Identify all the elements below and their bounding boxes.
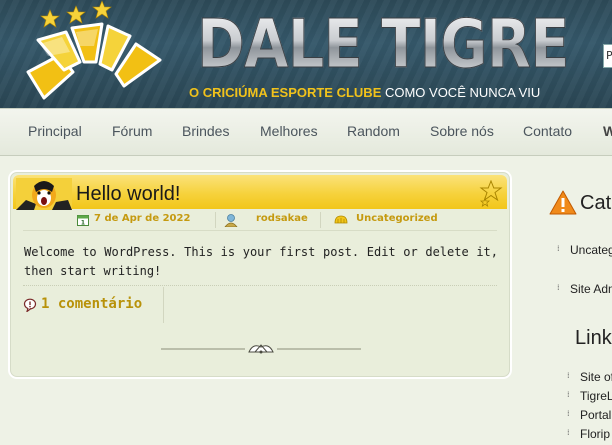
site-title[interactable]: DALE TIGRE	[197, 8, 570, 81]
post-header: Hello world!	[13, 175, 507, 210]
body-rule	[23, 285, 497, 286]
nav-item-random[interactable]: Random	[347, 123, 400, 139]
sidebar-link[interactable]: Portal	[580, 408, 611, 422]
bullet-icon: ⁞	[567, 371, 570, 380]
sidebar-link[interactable]: Florip	[580, 427, 610, 441]
post-card: Hello world! 1 7 de Apr de 2022 rodsakae…	[10, 172, 510, 377]
tagline-rest: COMO VOCÊ NUNCA VIU	[381, 85, 541, 100]
post-body: Welcome to WordPress. This is your first…	[24, 245, 498, 278]
nav-item-contato[interactable]: Contato	[523, 123, 572, 139]
post-title-link[interactable]: Hello world!	[76, 183, 180, 206]
author-icon	[224, 214, 238, 227]
nav-item-principal[interactable]: Principal	[28, 123, 82, 139]
sidebar-link[interactable]: TigreL	[580, 389, 612, 403]
site-header: DALE TIGRE O CRICIÚMA ESPORTE CLUBE COMO…	[0, 0, 612, 108]
search-input[interactable]: P	[603, 44, 612, 68]
nav-item-brindes[interactable]: Brindes	[182, 123, 229, 139]
sidebar-category-link[interactable]: Site Adm	[570, 282, 612, 296]
calendar-icon: 1	[77, 215, 89, 227]
comment-bubble-icon	[23, 298, 37, 312]
ornament-divider-icon	[161, 344, 361, 354]
warning-icon	[549, 190, 577, 215]
tagline-bold: O CRICIÚMA ESPORTE CLUBE	[189, 85, 382, 100]
meta-separator	[215, 212, 216, 228]
comments-label[interactable]: 1 comentário	[41, 296, 142, 312]
bullet-icon: ⁞	[557, 283, 560, 292]
star-decoration-icon	[479, 180, 503, 207]
post-author[interactable]: rodsakae	[256, 213, 308, 224]
post-date: 7 de Apr de 2022	[94, 213, 191, 224]
nav-item-forum[interactable]: Fórum	[112, 123, 152, 139]
meta-separator	[320, 212, 321, 228]
tiger-avatar-icon	[16, 178, 72, 210]
sidebar-links-title: Link	[575, 327, 612, 349]
nav-item-sobre-nos[interactable]: Sobre nós	[430, 123, 494, 139]
header-rule	[23, 230, 497, 231]
comments-separator	[163, 287, 164, 323]
bullet-icon: ⁞	[567, 428, 570, 437]
post-category[interactable]: Uncategorized	[356, 213, 438, 224]
nav-item-truncated[interactable]: W	[603, 123, 612, 139]
main-nav: Principal Fórum Brindes Melhores Random …	[0, 108, 612, 156]
nav-item-melhores[interactable]: Melhores	[260, 123, 318, 139]
site-tagline: O CRICIÚMA ESPORTE CLUBE COMO VOCÊ NUNCA…	[189, 85, 540, 100]
bullet-icon: ⁞	[557, 244, 560, 253]
bullet-icon: ⁞	[567, 409, 570, 418]
club-logo-icon[interactable]	[0, 0, 190, 108]
bullet-icon: ⁞	[567, 390, 570, 399]
svg-text:1: 1	[81, 220, 85, 227]
sidebar-link[interactable]: Site of	[580, 370, 612, 384]
category-icon	[334, 215, 348, 224]
sidebar-categories-title: Cat	[580, 192, 612, 214]
sidebar-category-link[interactable]: Uncateg	[570, 243, 612, 257]
